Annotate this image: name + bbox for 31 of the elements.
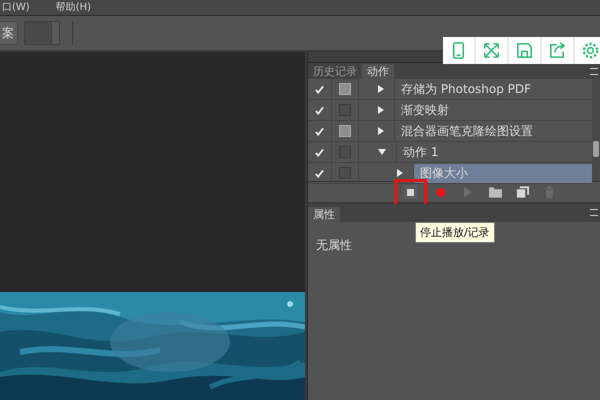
folder-icon[interactable]: [489, 186, 502, 198]
new-action-icon[interactable]: [516, 186, 529, 198]
stop-button[interactable]: [403, 185, 417, 199]
panel-menu-icon[interactable]: [590, 68, 598, 75]
dialog-toggle[interactable]: [339, 83, 351, 95]
properties-text: 无属性: [316, 238, 352, 252]
scrollbar[interactable]: [592, 79, 600, 181]
panel-tab[interactable]: 历史记录: [308, 64, 362, 79]
menu-item[interactable]: 帮助(H): [56, 2, 92, 14]
scroll-thumb[interactable]: [593, 141, 599, 157]
check-icon[interactable]: [315, 126, 324, 136]
dialog-toggle[interactable]: [339, 167, 351, 179]
tooltip: 停止播放/记录: [415, 222, 495, 243]
panel-menu-icon[interactable]: [590, 209, 598, 216]
action-item[interactable]: 图像大小: [413, 164, 592, 182]
dialog-toggle[interactable]: [339, 125, 351, 137]
dialog-toggle[interactable]: [339, 146, 351, 158]
disclosure-triangle-icon[interactable]: [378, 85, 384, 93]
dialog-toggle[interactable]: [339, 104, 351, 116]
check-icon[interactable]: [315, 168, 324, 178]
check-icon[interactable]: [315, 106, 324, 114]
menu-item[interactable]: 口(W): [2, 2, 30, 14]
disclosure-triangle-icon[interactable]: [397, 169, 403, 177]
option-button[interactable]: 案: [0, 21, 18, 45]
check-icon[interactable]: [315, 148, 324, 156]
panel-tab[interactable]: 属性: [308, 207, 340, 222]
panel-tab[interactable]: 动作: [362, 64, 394, 79]
disclosure-triangle-icon[interactable]: [378, 127, 384, 135]
disclosure-triangle-icon[interactable]: [378, 106, 384, 114]
disclosure-triangle-icon[interactable]: [378, 149, 386, 155]
check-icon[interactable]: [315, 84, 324, 94]
